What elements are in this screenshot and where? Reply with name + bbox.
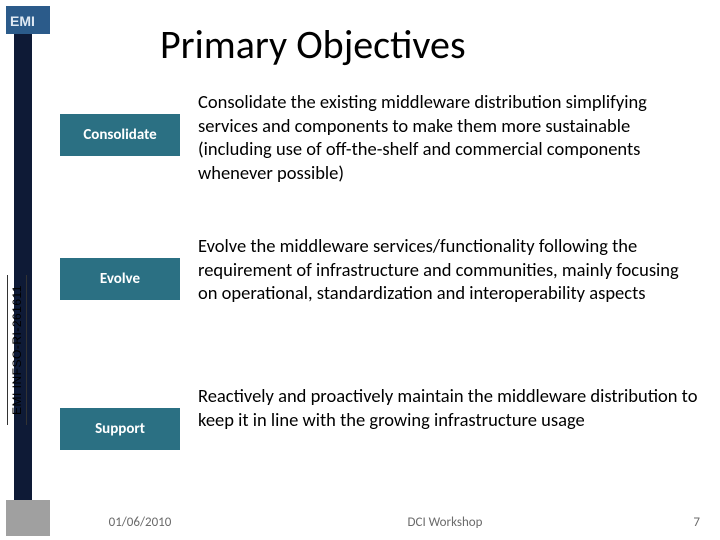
vertical-dark-strip bbox=[14, 34, 32, 504]
text-support: Reactively and proactively maintain the … bbox=[198, 384, 700, 431]
footer-middle: DCI Workshop bbox=[220, 515, 670, 530]
badge-evolve: Evolve bbox=[60, 258, 180, 300]
objective-row: Consolidate Consolidate the existing mid… bbox=[60, 90, 700, 185]
footer: 01/06/2010 DCI Workshop 7 bbox=[60, 515, 700, 530]
text-evolve: Evolve the middleware services/functiona… bbox=[198, 234, 700, 305]
page-title: Primary Objectives bbox=[160, 20, 466, 69]
badge-support: Support bbox=[60, 408, 180, 450]
objective-row: Evolve Evolve the middleware services/fu… bbox=[60, 234, 700, 305]
badge-consolidate: Consolidate bbox=[60, 114, 180, 156]
objective-row: Support Reactively and proactively maint… bbox=[60, 384, 700, 450]
left-decoration-column: EMI bbox=[0, 0, 52, 540]
eu-logo-bottom bbox=[6, 500, 50, 536]
svg-text:EMI: EMI bbox=[10, 13, 35, 29]
slide: EMI EMI INFSO-RI-261611 Primary Objectiv… bbox=[0, 0, 720, 540]
footer-date: 01/06/2010 bbox=[60, 515, 220, 530]
project-ref-sideways: EMI INFSO-RI-261611 bbox=[7, 275, 27, 425]
text-consolidate: Consolidate the existing middleware dist… bbox=[198, 90, 700, 185]
footer-page-number: 7 bbox=[670, 515, 700, 530]
emi-logo-top: EMI bbox=[6, 6, 50, 34]
